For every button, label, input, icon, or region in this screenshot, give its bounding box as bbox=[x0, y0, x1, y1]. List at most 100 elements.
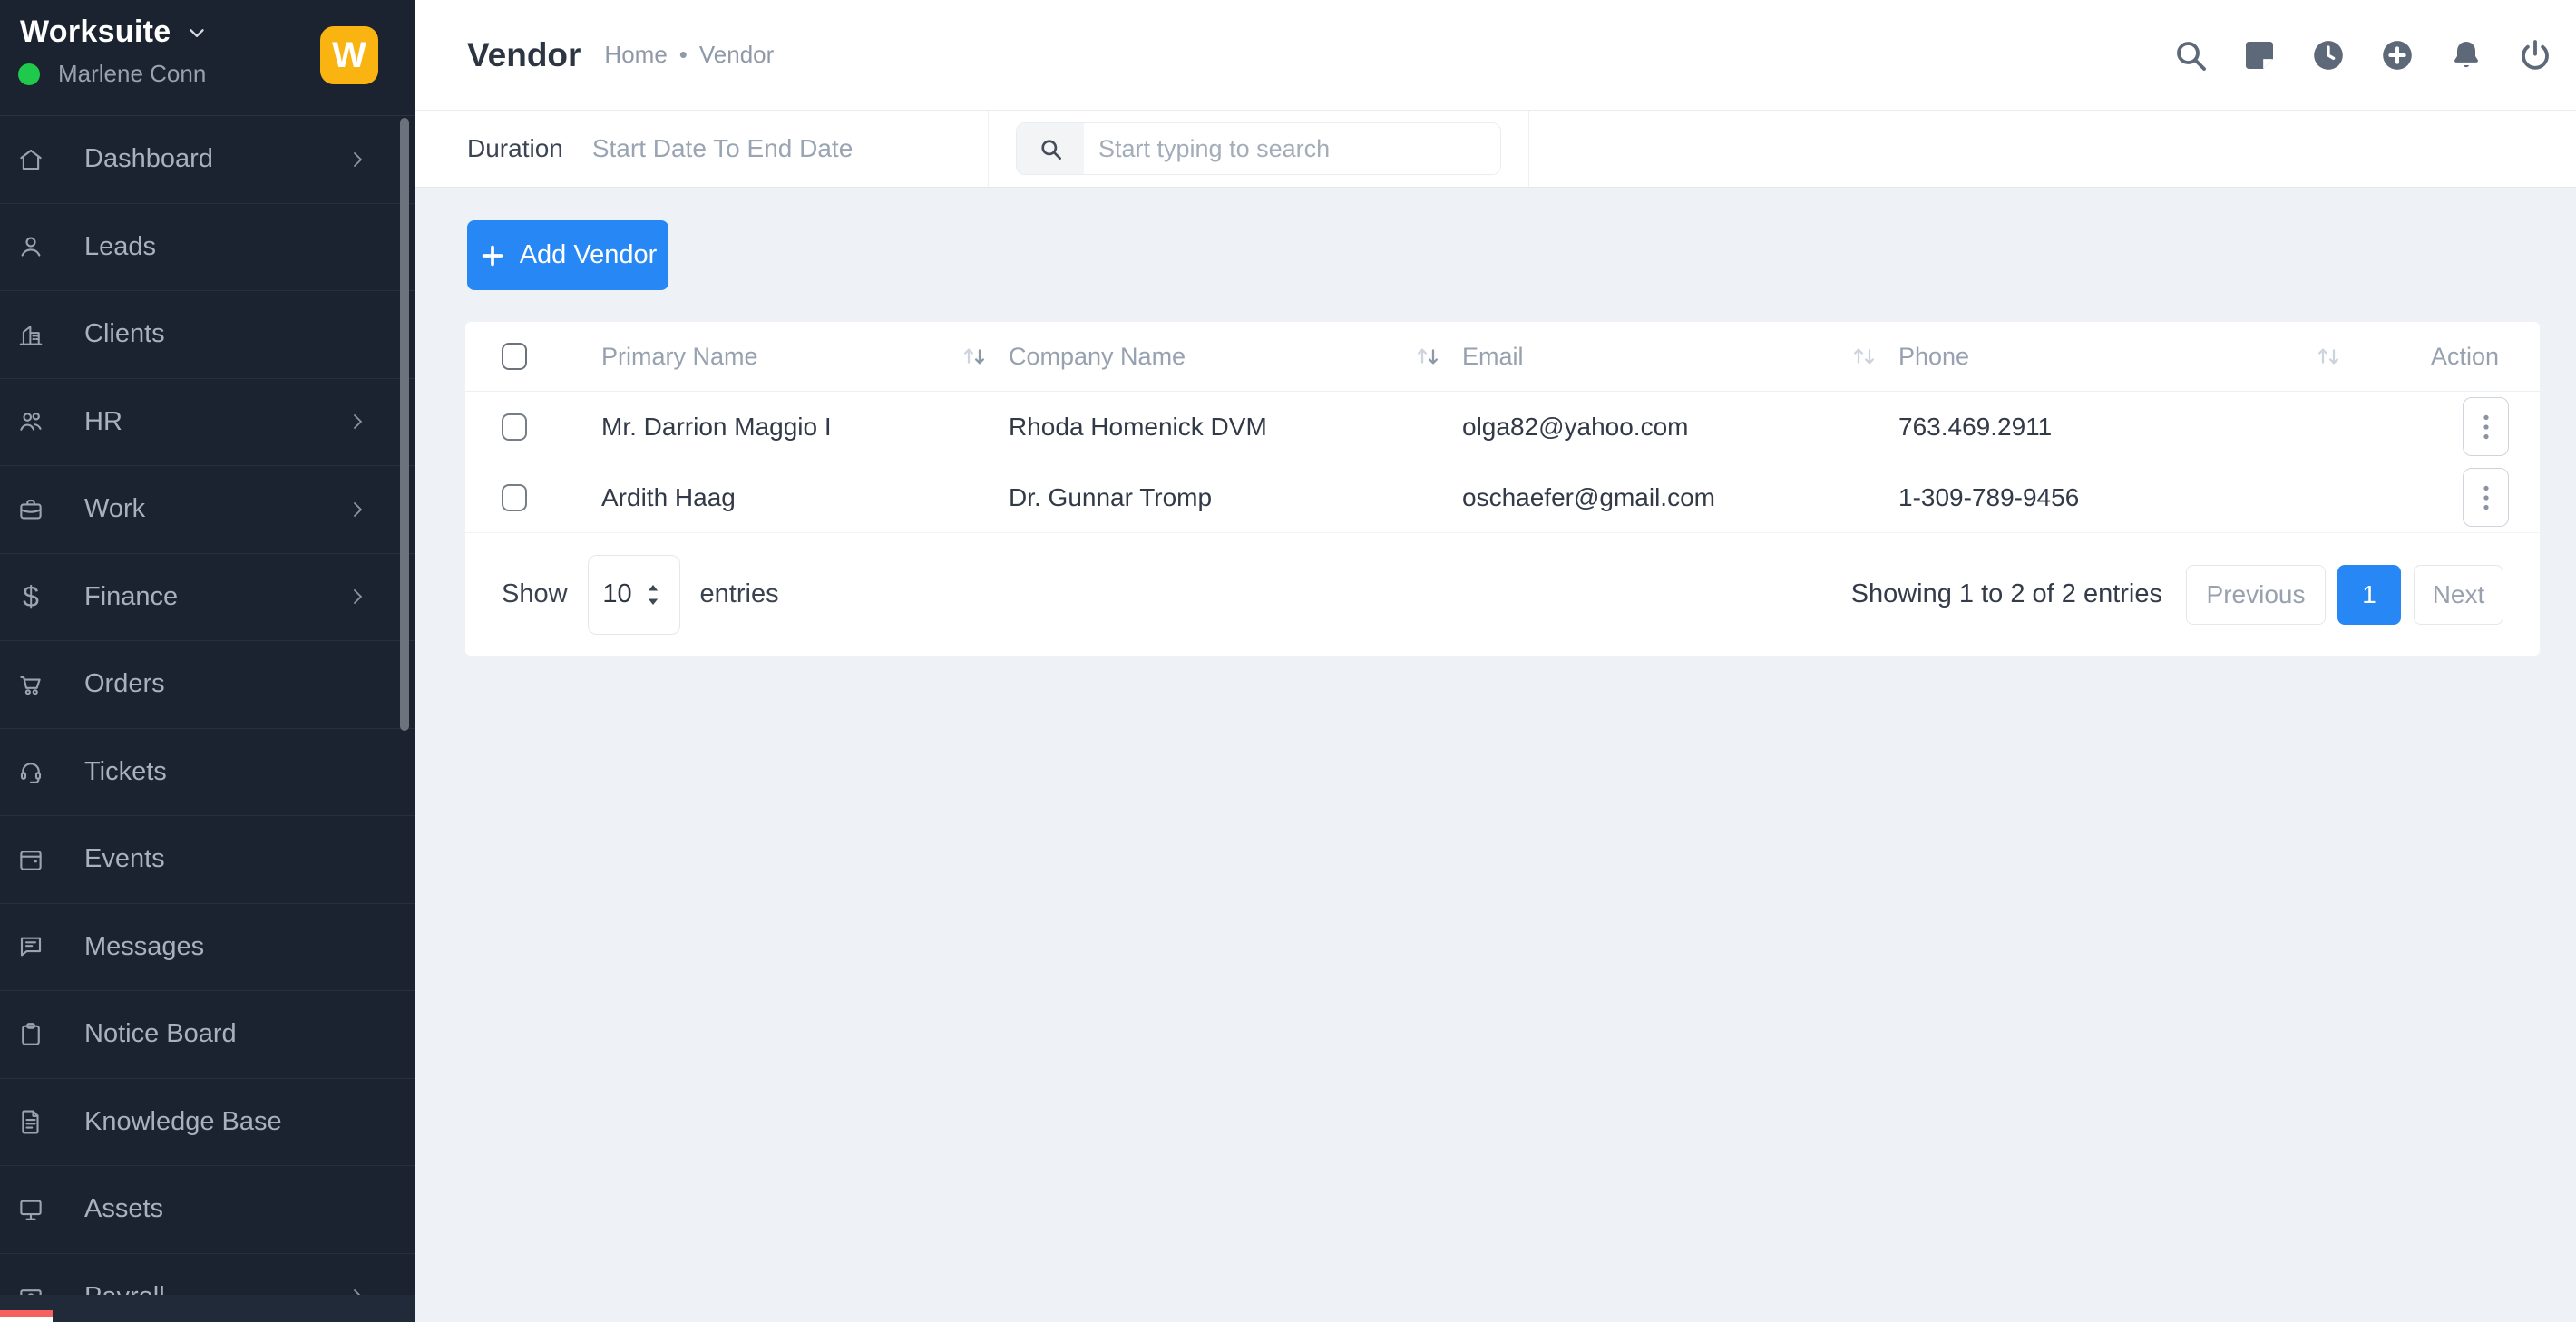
user-name: Marlene Conn bbox=[58, 60, 206, 88]
user-icon bbox=[17, 233, 44, 260]
time-log-icon[interactable] bbox=[2309, 36, 2347, 74]
brand-name: Worksuite bbox=[20, 15, 171, 50]
sidebar-item-assets[interactable]: Assets bbox=[0, 1166, 415, 1254]
sort-icon[interactable] bbox=[1413, 342, 1442, 371]
cart-icon bbox=[17, 671, 44, 698]
sidebar-item-finance[interactable]: $ Finance bbox=[0, 554, 415, 642]
kebab-icon bbox=[2474, 481, 2498, 515]
dollar-icon: $ bbox=[17, 580, 44, 614]
search-input[interactable] bbox=[1084, 123, 1500, 174]
duration-filter[interactable]: Duration Start Date To End Date bbox=[415, 111, 989, 187]
notifications-bell-icon[interactable] bbox=[2447, 36, 2485, 74]
column-header-action: Action bbox=[2363, 322, 2540, 391]
online-status-dot bbox=[18, 63, 40, 85]
cell-email: olga82@yahoo.com bbox=[1462, 413, 1898, 442]
previous-page-button[interactable]: Previous bbox=[2186, 565, 2326, 625]
cell-email: oschaefer@gmail.com bbox=[1462, 483, 1898, 512]
filter-bar: Duration Start Date To End Date bbox=[415, 111, 2576, 188]
chevron-right-icon bbox=[346, 586, 368, 608]
cell-company-name: Dr. Gunnar Tromp bbox=[1009, 483, 1462, 512]
sidebar-scrollbar[interactable] bbox=[400, 118, 409, 731]
breadcrumb-current: Vendor bbox=[699, 41, 774, 69]
home-icon bbox=[17, 146, 44, 173]
message-icon bbox=[17, 933, 44, 960]
breadcrumb-home[interactable]: Home bbox=[604, 41, 667, 69]
company-switcher[interactable]: Worksuite bbox=[20, 15, 209, 50]
search-icon bbox=[1017, 123, 1084, 174]
page-size-select[interactable]: 10 bbox=[588, 555, 680, 635]
pagination: Showing 1 to 2 of 2 entries Previous 1 N… bbox=[1851, 565, 2503, 625]
cell-phone: 1-309-789-9456 bbox=[1898, 483, 2363, 512]
page-header: Vendor Home • Vendor bbox=[415, 0, 2576, 111]
breadcrumb-separator: • bbox=[679, 41, 688, 69]
note-icon[interactable] bbox=[2240, 36, 2278, 74]
table-header-row: Primary Name Company Name Email Phone Ac… bbox=[465, 322, 2540, 392]
briefcase-icon bbox=[17, 496, 44, 523]
table-footer: Show 10 entries Showing 1 to 2 of 2 entr… bbox=[465, 533, 2540, 656]
app-logo[interactable]: W bbox=[320, 26, 378, 84]
table-row: Ardith Haag Dr. Gunnar Tromp oschaefer@g… bbox=[465, 462, 2540, 533]
row-actions-menu-button[interactable] bbox=[2463, 397, 2509, 456]
duration-label: Duration bbox=[467, 134, 563, 163]
column-header-primary-name[interactable]: Primary Name bbox=[601, 322, 1009, 391]
sidebar-item-hr[interactable]: HR bbox=[0, 379, 415, 467]
sidebar-item-leads[interactable]: Leads bbox=[0, 204, 415, 292]
column-header-company-name[interactable]: Company Name bbox=[1009, 322, 1462, 391]
entries-summary: Showing 1 to 2 of 2 entries bbox=[1851, 579, 2162, 609]
row-actions-menu-button[interactable] bbox=[2463, 468, 2509, 527]
duration-range-picker[interactable]: Start Date To End Date bbox=[592, 134, 853, 163]
sidebar-item-orders[interactable]: Orders bbox=[0, 641, 415, 729]
next-page-button[interactable]: Next bbox=[2414, 565, 2503, 625]
search-section bbox=[989, 111, 1529, 187]
user-status: Marlene Conn bbox=[18, 60, 206, 88]
row-checkbox[interactable] bbox=[502, 484, 527, 511]
breadcrumb: Home • Vendor bbox=[604, 41, 774, 69]
cell-phone: 763.469.2911 bbox=[1898, 413, 2363, 442]
sidebar-item-events[interactable]: Events bbox=[0, 816, 415, 904]
select-all-cell bbox=[465, 322, 601, 391]
select-all-checkbox[interactable] bbox=[502, 343, 527, 370]
calendar-icon bbox=[17, 846, 44, 873]
page-size-group: Show 10 entries bbox=[502, 555, 779, 635]
add-new-icon[interactable] bbox=[2378, 36, 2416, 74]
show-label: Show bbox=[502, 579, 568, 609]
sidebar-item-dashboard[interactable]: Dashboard bbox=[0, 116, 415, 204]
sidebar-item-work[interactable]: Work bbox=[0, 466, 415, 554]
row-checkbox[interactable] bbox=[502, 413, 527, 441]
cell-primary-name: Ardith Haag bbox=[601, 483, 1009, 512]
monitor-icon bbox=[17, 1196, 44, 1223]
column-header-phone[interactable]: Phone bbox=[1898, 322, 2363, 391]
search-icon[interactable] bbox=[2171, 36, 2210, 74]
sidebar-item-messages[interactable]: Messages bbox=[0, 904, 415, 992]
topbar-icons bbox=[2171, 36, 2554, 74]
entries-label: entries bbox=[700, 579, 779, 609]
chevron-right-icon bbox=[346, 499, 368, 520]
cell-company-name: Rhoda Homenick DVM bbox=[1009, 413, 1462, 442]
chevron-right-icon bbox=[346, 411, 368, 433]
sidebar: Worksuite Marlene Conn W Dashboard Leads… bbox=[0, 0, 415, 1322]
sidebar-brand: Worksuite Marlene Conn W bbox=[0, 0, 415, 116]
sidebar-item-notice-board[interactable]: Notice Board bbox=[0, 991, 415, 1079]
sidebar-item-knowledge-base[interactable]: Knowledge Base bbox=[0, 1079, 415, 1167]
main-area: Vendor Home • Vendor Duration Start Date… bbox=[415, 0, 2576, 1322]
debugbar-red-bar bbox=[0, 1310, 53, 1317]
debugbar-chip[interactable] bbox=[0, 1310, 53, 1322]
sort-icon[interactable] bbox=[1849, 342, 1878, 371]
sidebar-item-clients[interactable]: Clients bbox=[0, 291, 415, 379]
chevron-right-icon bbox=[346, 149, 368, 170]
column-header-email[interactable]: Email bbox=[1462, 322, 1898, 391]
add-vendor-button[interactable]: Add Vendor bbox=[467, 220, 668, 290]
page-title: Vendor bbox=[467, 36, 581, 74]
building-icon bbox=[17, 321, 44, 348]
sort-icon[interactable] bbox=[2314, 342, 2343, 371]
sort-icon[interactable] bbox=[960, 342, 989, 371]
logout-power-icon[interactable] bbox=[2516, 36, 2554, 74]
headset-icon bbox=[17, 758, 44, 785]
content-area: Add Vendor Primary Name Company Name Ema… bbox=[415, 220, 2576, 1322]
sidebar-item-tickets[interactable]: Tickets bbox=[0, 729, 415, 817]
chevron-down-icon bbox=[185, 21, 209, 44]
table-row: Mr. Darrion Maggio I Rhoda Homenick DVM … bbox=[465, 392, 2540, 462]
current-page-button[interactable]: 1 bbox=[2337, 565, 2401, 625]
sidebar-footer-strip bbox=[0, 1295, 415, 1322]
app-logo-letter: W bbox=[332, 35, 366, 76]
